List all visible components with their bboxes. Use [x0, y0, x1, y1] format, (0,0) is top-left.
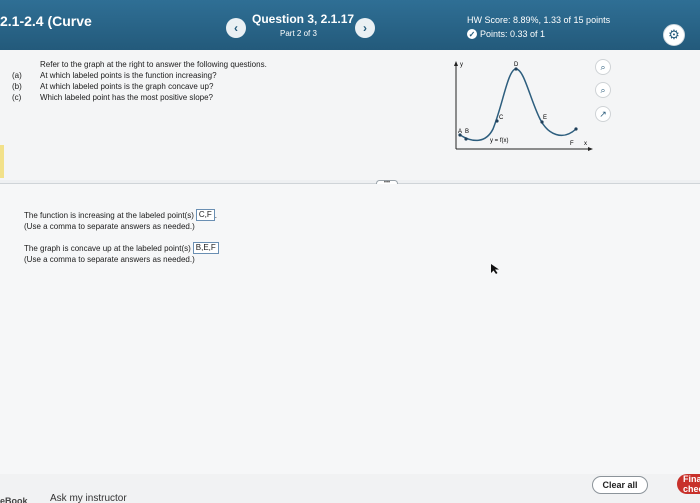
zoom-in-icon: ⌕ — [600, 61, 606, 72]
point-b — [464, 137, 468, 141]
answer-increasing-hint: (Use a comma to separate answers as need… — [24, 222, 195, 231]
y-axis-label: y — [460, 62, 463, 68]
header-bar: 2.1-2.4 (Curve ‹ Question 3, 2.1.17 Part… — [0, 0, 700, 50]
y-axis-arrow — [454, 61, 458, 66]
zoom-out-button[interactable]: ⌕ — [595, 82, 611, 98]
question-prompt: Refer to the graph at the right to answe… — [40, 60, 267, 69]
answer-concave-line: The graph is concave up at the labeled p… — [24, 242, 219, 254]
zoom-in-button[interactable]: ⌕ — [595, 59, 611, 75]
question-item-label: (c) — [12, 93, 22, 102]
zoom-out-icon: ⌕ — [600, 84, 606, 95]
x-axis-label: x — [584, 141, 587, 147]
left-accent-bar — [0, 145, 4, 178]
previous-question-button[interactable]: ‹ — [226, 18, 246, 38]
section-title: 2.1-2.4 (Curve — [0, 13, 92, 29]
final-check-button[interactable]: Final check — [677, 474, 700, 494]
question-item: (c) Which labeled point has the most pos… — [12, 93, 213, 102]
question-part: Part 2 of 3 — [280, 29, 317, 38]
chevron-left-icon: ‹ — [234, 21, 238, 35]
ask-instructor-link[interactable]: Ask my instructor — [50, 493, 127, 503]
point-label-e: E — [543, 115, 547, 121]
hw-score: HW Score: 8.89%, 1.33 of 15 points — [467, 15, 611, 25]
function-label: y = f(x) — [490, 138, 509, 144]
point-label-d: D — [514, 62, 519, 68]
function-curve — [459, 68, 577, 142]
gear-icon: ⚙ — [668, 27, 680, 42]
popout-button[interactable]: ↗ — [595, 106, 611, 122]
point-f — [574, 127, 578, 131]
period-text: . — [214, 210, 217, 220]
question-title: Question 3, 2.1.17 — [252, 12, 355, 26]
question-item-text: Which labeled point has the most positiv… — [40, 93, 213, 102]
points-text: Points: 0.33 of 1 — [480, 29, 546, 39]
answer-concave-text: The graph is concave up at the labeled p… — [24, 243, 191, 253]
question-item-label: (a) — [12, 71, 22, 80]
mouse-cursor-icon — [491, 264, 499, 274]
ebook-link[interactable]: eBook — [0, 496, 28, 503]
point-label-f: F — [570, 141, 574, 147]
clear-all-button[interactable]: Clear all — [592, 476, 648, 494]
answer-concave-input[interactable]: B,E,F — [192, 242, 219, 254]
point-label-a: A — [458, 129, 462, 135]
next-question-button[interactable]: › — [355, 18, 375, 38]
point-label-c: C — [499, 115, 504, 121]
question-item: (b) At which labeled points is the graph… — [12, 82, 213, 91]
chevron-right-icon: › — [363, 21, 367, 35]
check-icon: ✓ — [467, 29, 477, 39]
settings-button[interactable]: ⚙ — [663, 24, 685, 46]
question-item-label: (b) — [12, 82, 22, 91]
question-item-text: At which labeled points is the graph con… — [40, 82, 214, 91]
function-graph: y x A B C D E F y = f(x) — [454, 61, 593, 151]
answer-increasing-line: The function is increasing at the labele… — [24, 209, 217, 221]
point-label-b: B — [465, 129, 469, 135]
question-item-text: At which labeled points is the function … — [40, 71, 217, 80]
question-item: (a) At which labeled points is the funct… — [12, 71, 217, 80]
points-status: ✓ Points: 0.33 of 1 — [467, 29, 545, 39]
answer-increasing-input[interactable]: C,F — [195, 209, 215, 221]
answer-panel: The function is increasing at the labele… — [0, 184, 700, 474]
answer-increasing-text: The function is increasing at the labele… — [24, 210, 194, 220]
answer-concave-hint: (Use a comma to separate answers as need… — [24, 255, 195, 264]
x-axis-arrow — [588, 147, 593, 151]
popout-icon: ↗ — [599, 108, 607, 119]
